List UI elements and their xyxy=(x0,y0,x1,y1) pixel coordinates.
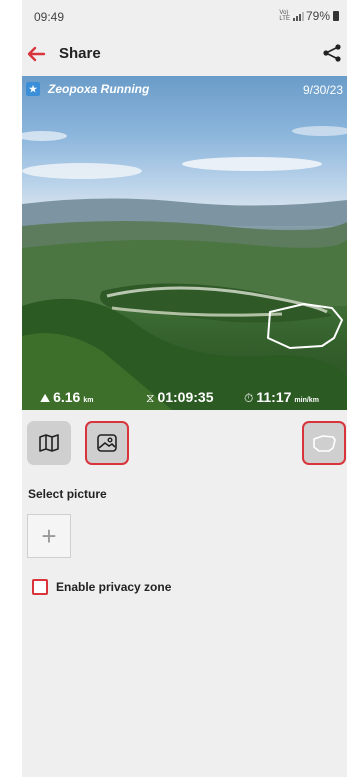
map-mode-button[interactable] xyxy=(27,421,71,465)
distance-unit: km xyxy=(83,396,94,404)
select-picture-label: Select picture xyxy=(28,487,107,501)
battery-percent: 79% xyxy=(305,9,330,23)
landscape-image xyxy=(22,126,347,410)
status-time: 09:49 xyxy=(34,10,65,24)
status-bar: 09:49 Vo) LTE 79% xyxy=(22,0,347,36)
road-icon: ⛰ xyxy=(40,390,51,405)
image-icon xyxy=(97,434,117,452)
duration-stat: ⧖ 01:09:35 xyxy=(146,389,213,406)
distance-value: 6.16 xyxy=(53,388,81,405)
privacy-zone-label: Enable privacy zone xyxy=(56,580,172,594)
photo-mode-button[interactable] xyxy=(85,421,129,465)
stats-bar: ⛰ 6.16 km ⧖ 01:09:35 ⏱ 11:17 min/km xyxy=(22,384,347,410)
battery-icon xyxy=(333,11,339,21)
route-only-button[interactable] xyxy=(302,421,346,465)
duration-value: 01:09:35 xyxy=(157,388,214,405)
page-title: Share xyxy=(59,45,101,62)
signal-icon xyxy=(292,11,304,21)
back-arrow-icon[interactable] xyxy=(26,44,46,64)
route-shape-icon xyxy=(313,435,336,452)
add-picture-button[interactable]: + xyxy=(27,514,71,558)
status-icons: Vo) LTE 79% xyxy=(279,9,339,23)
pace-unit: min/km xyxy=(294,396,319,404)
brand-name: Zeopoxa Running xyxy=(48,82,150,96)
hourglass-icon: ⧖ xyxy=(146,390,155,405)
privacy-zone-checkbox[interactable] xyxy=(32,579,48,595)
activity-date: 9/30/23 xyxy=(302,83,343,97)
stopwatch-icon: ⏱ xyxy=(244,390,254,405)
pace-value: 11:17 xyxy=(256,388,292,405)
distance-stat: ⛰ 6.16 km xyxy=(40,389,93,406)
volte-icon: Vo) LTE xyxy=(279,10,290,22)
app-bar: Share xyxy=(22,36,347,74)
share-icon[interactable] xyxy=(321,42,343,64)
phone-screen: 09:49 Vo) LTE 79% Share ★ Zeopoxa Runnin… xyxy=(22,0,347,777)
map-icon xyxy=(39,434,59,452)
privacy-zone-row[interactable]: Enable privacy zone xyxy=(32,579,171,595)
runner-logo-icon: ★ xyxy=(26,82,40,96)
brand-watermark: ★ Zeopoxa Running xyxy=(26,82,149,96)
plus-icon: + xyxy=(41,520,57,551)
pace-stat: ⏱ 11:17 min/km xyxy=(244,389,319,406)
activity-photo: ★ Zeopoxa Running 9/30/23 ⛰ 6.16 km ⧖ 01… xyxy=(22,76,347,410)
